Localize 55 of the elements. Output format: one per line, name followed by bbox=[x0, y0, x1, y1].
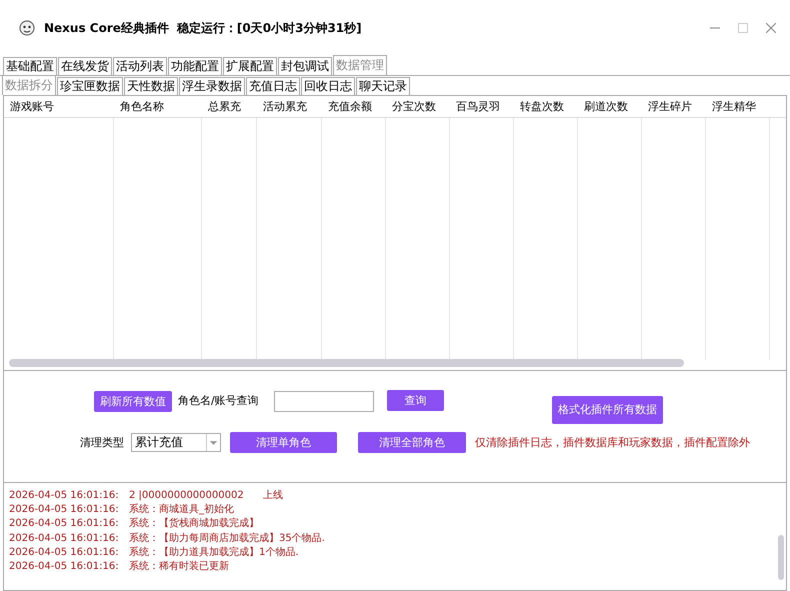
log-time: 2026-04-05 16:01:16: bbox=[9, 517, 120, 532]
app-icon bbox=[18, 18, 36, 36]
subtab[interactable]: 浮生录数据 bbox=[179, 77, 245, 95]
tab[interactable]: 封包调试 bbox=[278, 57, 332, 75]
query-button[interactable]: 查询 bbox=[387, 390, 444, 411]
log-time: 2026-04-05 16:01:16: bbox=[9, 560, 120, 574]
subtab[interactable]: 数据拆分 bbox=[2, 75, 56, 95]
refresh-button[interactable]: 刷新所有数值 bbox=[94, 391, 172, 412]
clean-one-button[interactable]: 清理单角色 bbox=[230, 432, 337, 453]
log-time: 2026-04-05 16:01:16: bbox=[9, 503, 120, 518]
clean-type-dropdown[interactable]: 累计充值 bbox=[131, 433, 221, 452]
tab[interactable]: 功能配置 bbox=[168, 57, 222, 75]
warning-text: 仅清除插件日志，插件数据库和玩家数据，插件配置除外 bbox=[475, 435, 750, 451]
window-title: Nexus Core经典插件 bbox=[44, 20, 169, 36]
subtab[interactable]: 天性数据 bbox=[124, 77, 178, 95]
log-message: 系统：【助力道具加载完成】1个物品. bbox=[129, 546, 299, 560]
log-message: 系统：【助力每周商店加载完成】35个物品. bbox=[129, 532, 325, 546]
subtab[interactable]: 充值日志 bbox=[246, 77, 300, 95]
log-time: 2026-04-05 16:01:16: bbox=[9, 532, 120, 546]
tab[interactable]: 在线发货 bbox=[58, 57, 112, 75]
subtab[interactable]: 回收日志 bbox=[301, 77, 355, 95]
log-message: 系统：稀有时装已更新 bbox=[129, 560, 229, 574]
column-header: 总累充 bbox=[207, 99, 242, 115]
column-header: 浮生精华 bbox=[711, 99, 757, 115]
clean-type-label: 清理类型 bbox=[80, 435, 124, 451]
column-header: 角色名称 bbox=[119, 99, 165, 115]
scrollbar-thumb[interactable] bbox=[9, 359, 684, 367]
tab[interactable]: 数据管理 bbox=[333, 55, 387, 75]
uptime-text: 稳定运行：[0天0小时3分钟31秒] bbox=[176, 20, 362, 36]
column-header: 活动累充 bbox=[262, 99, 308, 115]
column-header: 百鸟灵羽 bbox=[455, 99, 501, 115]
column-header: 游戏账号 bbox=[9, 99, 55, 115]
maximize-icon[interactable] bbox=[738, 22, 748, 32]
log-message: 2 |0000000000000002 上线 bbox=[129, 489, 283, 503]
subtab[interactable]: 珍宝匣数据 bbox=[57, 77, 123, 95]
tab[interactable]: 扩展配置 bbox=[223, 57, 277, 75]
close-icon[interactable] bbox=[766, 22, 776, 32]
tab[interactable]: 活动列表 bbox=[113, 57, 167, 75]
query-label: 角色名/账号查询 bbox=[178, 393, 259, 409]
column-header: 充值余额 bbox=[327, 99, 373, 115]
column-header: 浮生碎片 bbox=[647, 99, 693, 115]
tab[interactable]: 基础配置 bbox=[3, 57, 57, 75]
log-message: 系统：【货栈商城加载完成】 bbox=[129, 517, 259, 532]
scrollbar-thumb[interactable] bbox=[778, 535, 784, 580]
log-message: 系统：商城道具_初始化 bbox=[129, 503, 234, 518]
caret-icon bbox=[206, 434, 220, 451]
format-button[interactable]: 格式化插件所有数据 bbox=[552, 396, 663, 424]
log-time: 2026-04-05 16:01:16: bbox=[9, 489, 120, 503]
column-header: 转盘次数 bbox=[519, 99, 565, 115]
log-time: 2026-04-05 16:01:16: bbox=[9, 546, 120, 560]
subtab[interactable]: 聊天记录 bbox=[356, 77, 410, 95]
search-field[interactable] bbox=[274, 391, 374, 412]
clean-all-button[interactable]: 清理全部角色 bbox=[358, 432, 466, 453]
column-header: 刷道次数 bbox=[583, 99, 629, 115]
column-header: 分宝次数 bbox=[391, 99, 437, 115]
